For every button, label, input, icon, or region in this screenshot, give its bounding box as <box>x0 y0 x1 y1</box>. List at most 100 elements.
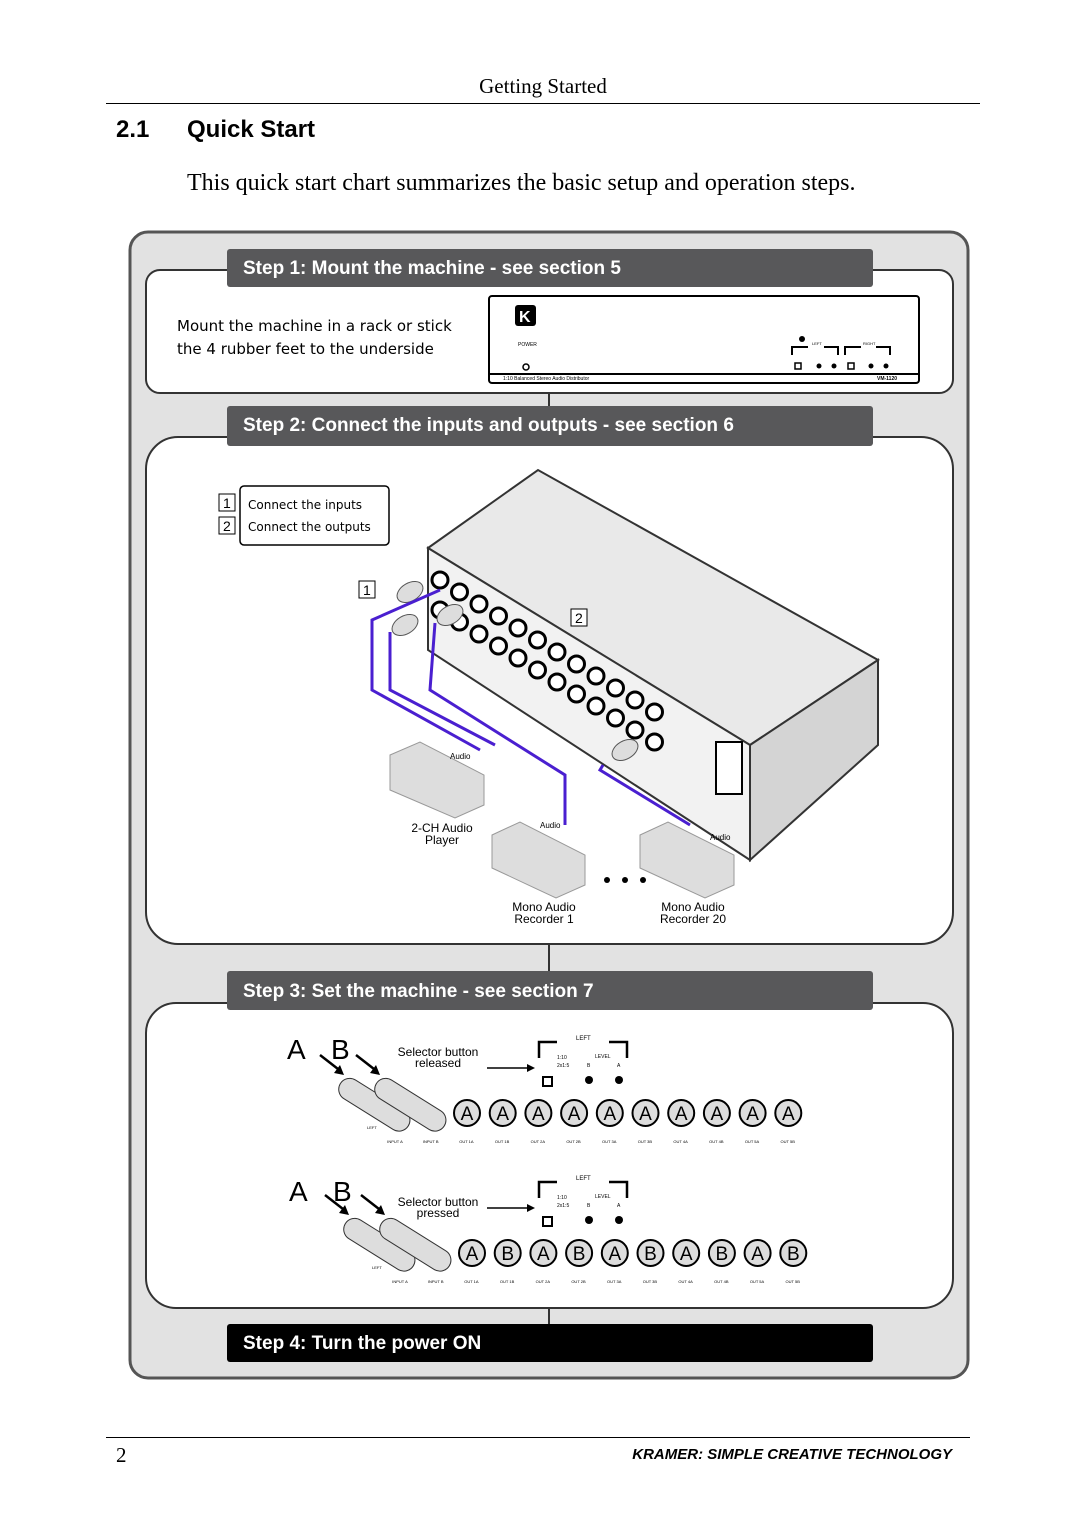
xlr-connector-icon <box>547 672 567 692</box>
footer-brand: KRAMER: SIMPLE CREATIVE TECHNOLOGY <box>632 1446 952 1463</box>
power-label: POWER <box>518 342 537 348</box>
connector-label: OUT 3A <box>602 1139 617 1144</box>
output-letter: B <box>501 1244 514 1265</box>
output-letter: A <box>608 1244 621 1265</box>
mode-1-10: 1:10 <box>557 1195 567 1201</box>
connector-label: OUT 5A <box>745 1139 760 1144</box>
connector-label: OUT 1B <box>500 1279 515 1284</box>
connector-label: OUT 5B <box>786 1279 801 1284</box>
xlr-connector-icon <box>567 684 586 704</box>
connector-label: OUT 2A <box>536 1279 551 1284</box>
connector-label: OUT 3B <box>643 1279 658 1284</box>
connector-label: OUT 2B <box>571 1279 586 1284</box>
xlr-connector-icon <box>469 624 489 644</box>
left-label: LEFT <box>367 1125 377 1130</box>
input-a-letter: A <box>287 1034 306 1065</box>
xlr-connector-icon <box>450 582 469 602</box>
selector-button-icon <box>542 1216 553 1227</box>
connector-label: OUT 5B <box>781 1139 796 1144</box>
output-letter: A <box>711 1104 724 1125</box>
output-letter: A <box>532 1104 545 1125</box>
xlr-connector-icon <box>567 654 586 674</box>
connector-label: OUT 3B <box>638 1139 653 1144</box>
xlr-connector-icon <box>528 630 547 650</box>
legend-num-2: 2 <box>223 518 231 534</box>
step1-bar: Step 1: Mount the machine - see section … <box>227 249 873 287</box>
callout-1-text: 1 <box>363 582 371 598</box>
level-b-indicator <box>585 1076 593 1084</box>
released-label-2: released <box>415 1056 461 1070</box>
step1-text-line1: Mount the machine in a rack or stick <box>177 317 452 335</box>
level-a-indicator <box>615 1216 623 1224</box>
xlr-connector-icon <box>625 690 645 710</box>
model-name: VM-1120 <box>877 376 897 382</box>
left-label: LEFT <box>372 1265 382 1270</box>
xlr-connector-icon <box>606 678 625 698</box>
output-letter: A <box>782 1104 795 1125</box>
connector-label: OUT 2A <box>531 1139 546 1144</box>
device-front-panel: K POWER 1:10 Balanced Stereo Audio Distr… <box>488 295 920 384</box>
step3-title: Step 3: Set the machine - see section 7 <box>243 981 594 1002</box>
connector-label: OUT 3A <box>607 1279 622 1284</box>
mode-2x1-5: 2x1:5 <box>557 1203 569 1209</box>
callout-2: 2 <box>570 608 588 627</box>
recorder20-tag: Audio <box>710 833 731 842</box>
output-letter: B <box>716 1244 729 1265</box>
connector-label: OUT 1A <box>464 1279 479 1284</box>
output-letter: B <box>644 1244 657 1265</box>
connector-label: OUT 5A <box>750 1279 765 1284</box>
legend-label-outputs: Connect the outputs <box>248 520 371 534</box>
output-letter: A <box>680 1244 693 1265</box>
xlr-connector-icon <box>645 702 664 722</box>
connector-label: OUT 4B <box>709 1139 724 1144</box>
xlr-connector-icon <box>586 696 606 716</box>
xlr-connector-icon <box>508 618 528 638</box>
output-letter: B <box>787 1244 800 1265</box>
connector-label: OUT 4B <box>714 1279 729 1284</box>
step2-title: Step 2: Connect the inputs and outputs -… <box>243 415 734 436</box>
quick-start-chart: Step 1: Mount the machine - see section … <box>128 230 970 1380</box>
legend-num-1: 1 <box>223 495 231 511</box>
connector-label: OUT 1A <box>459 1139 474 1144</box>
mode-1-10: 1:10 <box>557 1055 567 1061</box>
output-letter: A <box>751 1244 764 1265</box>
input-a-letter: A <box>289 1176 308 1207</box>
connector-label: OUT 4A <box>673 1139 688 1144</box>
output-letter: B <box>573 1244 586 1265</box>
output-letter: A <box>603 1104 616 1125</box>
svg-text:K: K <box>519 309 531 326</box>
xlr-connector-icon <box>528 660 547 680</box>
player-label-2: Player <box>425 833 459 847</box>
output-letter: A <box>639 1104 652 1125</box>
connector-label: OUT 2B <box>566 1139 581 1144</box>
recorder1-label-2: Recorder 1 <box>514 912 574 926</box>
output-letter: A <box>568 1104 581 1125</box>
level-b-indicator <box>585 1216 593 1224</box>
connector-label: INPUT A <box>392 1279 408 1284</box>
connector-label: OUT 4A <box>678 1279 693 1284</box>
left-label: LEFT <box>576 1036 591 1042</box>
step4-title: Step 4: Turn the power ON <box>243 1333 481 1354</box>
step2-legend: 1 2 Connect the inputs Connect the outpu… <box>218 485 390 546</box>
left-label: LEFT <box>576 1176 591 1182</box>
recorder20-label-2: Recorder 20 <box>660 912 726 926</box>
xlr-connector-icon <box>430 570 450 590</box>
output-letter: A <box>496 1104 509 1125</box>
step1-title: Step 1: Mount the machine - see section … <box>243 258 621 279</box>
level-label: LEVEL <box>595 1054 611 1060</box>
output-letter: A <box>466 1244 479 1265</box>
xlr-connector-icon <box>586 666 606 686</box>
step4-bar: Step 4: Turn the power ON <box>227 1324 873 1362</box>
xlr-connector-icon <box>489 606 508 626</box>
xlr-connector-icon <box>547 642 567 662</box>
model-description: 1:10 Balanced Stereo Audio Distributor <box>503 376 589 382</box>
xlr-connector-icon <box>508 648 528 668</box>
legend-label-inputs: Connect the inputs <box>248 498 362 512</box>
output-letter: A <box>461 1104 474 1125</box>
xlr-connector-icon <box>489 636 508 656</box>
xlr-connector-icon <box>625 720 645 740</box>
connector-label: INPUT B <box>423 1139 439 1144</box>
pressed-label-2: pressed <box>417 1206 460 1220</box>
level-label: LEVEL <box>595 1194 611 1200</box>
connector-label: INPUT A <box>387 1139 403 1144</box>
